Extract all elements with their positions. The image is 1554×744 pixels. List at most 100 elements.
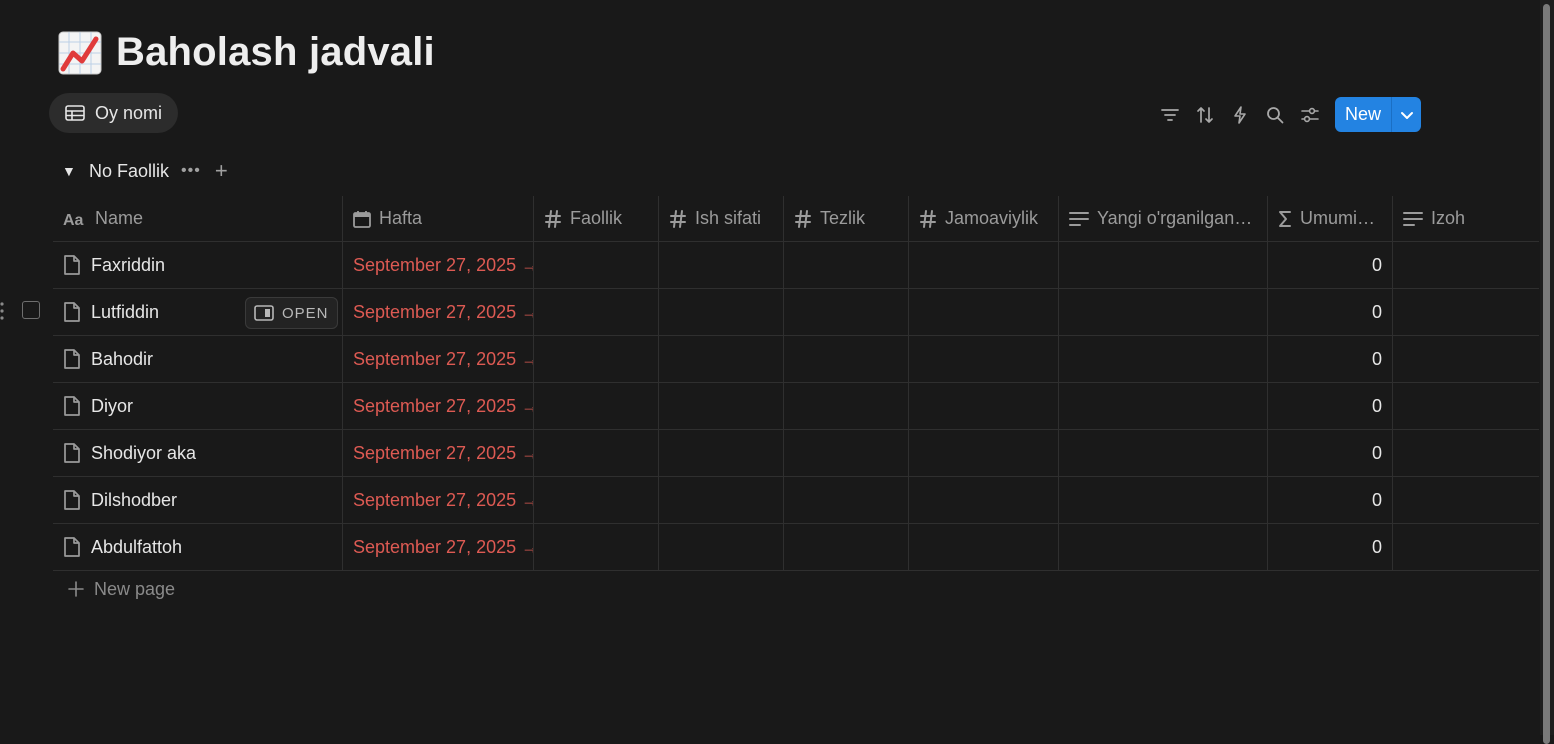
open-row-button[interactable]: OPEN <box>245 297 338 329</box>
cell-tezlik[interactable] <box>784 242 909 288</box>
number-icon <box>919 209 937 229</box>
cell-faollik[interactable] <box>534 336 659 382</box>
cell-jamoaviylik[interactable] <box>909 524 1059 570</box>
drag-handle-icon[interactable] <box>0 302 4 320</box>
cell-name[interactable]: Shodiyor aka <box>53 430 343 476</box>
column-header-hafta[interactable]: Hafta <box>343 196 534 241</box>
cell-hafta[interactable]: September 27, 2025 → <box>343 430 534 476</box>
cell-izoh[interactable] <box>1393 289 1539 335</box>
cell-yangi-organilgan[interactable] <box>1059 524 1268 570</box>
cell-name[interactable]: Lutfiddin OPEN <box>53 289 343 335</box>
column-header-ish-sifati[interactable]: Ish sifati <box>659 196 784 241</box>
cell-hafta[interactable]: September 27, 2025 → <box>343 524 534 570</box>
cell-izoh[interactable] <box>1393 336 1539 382</box>
cell-faollik[interactable] <box>534 477 659 523</box>
cell-jamoaviylik[interactable] <box>909 430 1059 476</box>
new-dropdown-button[interactable] <box>1391 97 1421 132</box>
column-header-faollik[interactable]: Faollik <box>534 196 659 241</box>
cell-yangi-organilgan[interactable] <box>1059 289 1268 335</box>
cell-izoh[interactable] <box>1393 524 1539 570</box>
table-row[interactable]: Shodiyor aka September 27, 2025 → 0 <box>53 430 1539 477</box>
cell-name[interactable]: Dilshodber <box>53 477 343 523</box>
cell-umumiy[interactable]: 0 <box>1268 477 1393 523</box>
column-header-tezlik[interactable]: Tezlik <box>784 196 909 241</box>
cell-umumiy[interactable]: 0 <box>1268 289 1393 335</box>
cell-yangi-organilgan[interactable] <box>1059 383 1268 429</box>
automation-icon[interactable] <box>1222 97 1257 132</box>
row-checkbox[interactable] <box>22 301 40 319</box>
cell-umumiy[interactable]: 0 <box>1268 524 1393 570</box>
table-row[interactable]: Dilshodber September 27, 2025 → 0 <box>53 477 1539 524</box>
column-header-jamoaviylik[interactable]: Jamoaviylik <box>909 196 1059 241</box>
cell-ish-sifati[interactable] <box>659 477 784 523</box>
table-row[interactable]: Diyor September 27, 2025 → 0 <box>53 383 1539 430</box>
cell-faollik[interactable] <box>534 289 659 335</box>
table-row[interactable]: Abdulfattoh September 27, 2025 → 0 <box>53 524 1539 571</box>
more-icon[interactable]: ••• <box>181 162 201 180</box>
cell-ish-sifati[interactable] <box>659 242 784 288</box>
table-row[interactable]: Lutfiddin OPEN September 27, 2025 → 0 <box>53 289 1539 336</box>
cell-hafta[interactable]: September 27, 2025 → <box>343 289 534 335</box>
cell-jamoaviylik[interactable] <box>909 289 1059 335</box>
new-page-button[interactable]: New page <box>68 576 175 602</box>
cell-jamoaviylik[interactable] <box>909 242 1059 288</box>
cell-umumiy[interactable]: 0 <box>1268 242 1393 288</box>
column-header-izoh[interactable]: Izoh <box>1393 196 1539 241</box>
cell-faollik[interactable] <box>534 430 659 476</box>
plus-icon[interactable]: + <box>215 158 228 184</box>
new-button-group: New <box>1335 97 1422 132</box>
cell-yangi-organilgan[interactable] <box>1059 430 1268 476</box>
cell-tezlik[interactable] <box>784 289 909 335</box>
cell-name[interactable]: Bahodir <box>53 336 343 382</box>
cell-umumiy[interactable]: 0 <box>1268 430 1393 476</box>
table-row[interactable]: Bahodir September 27, 2025 → 0 <box>53 336 1539 383</box>
cell-jamoaviylik[interactable] <box>909 336 1059 382</box>
cell-name[interactable]: Abdulfattoh <box>53 524 343 570</box>
search-icon[interactable] <box>1257 97 1292 132</box>
cell-faollik[interactable] <box>534 524 659 570</box>
cell-hafta[interactable]: September 27, 2025 → <box>343 383 534 429</box>
cell-name[interactable]: Diyor <box>53 383 343 429</box>
cell-yangi-organilgan[interactable] <box>1059 242 1268 288</box>
cell-yangi-organilgan[interactable] <box>1059 477 1268 523</box>
cell-ish-sifati[interactable] <box>659 383 784 429</box>
cell-tezlik[interactable] <box>784 430 909 476</box>
new-button[interactable]: New <box>1335 97 1391 132</box>
cell-hafta[interactable]: September 27, 2025 → <box>343 477 534 523</box>
cell-umumiy[interactable]: 0 <box>1268 336 1393 382</box>
scrollbar-thumb[interactable] <box>1543 4 1550 744</box>
column-header-yangi-organilgan[interactable]: Yangi o'rganilgan … <box>1059 196 1268 241</box>
cell-jamoaviylik[interactable] <box>909 383 1059 429</box>
column-header-umumiy[interactable]: Umumi… <box>1268 196 1393 241</box>
view-tab-label: Oy nomi <box>95 102 163 123</box>
triangle-down-icon[interactable]: ▼ <box>62 163 76 179</box>
cell-ish-sifati[interactable] <box>659 336 784 382</box>
number-icon <box>669 209 687 229</box>
cell-name[interactable]: Faxriddin <box>53 242 343 288</box>
column-header-name[interactable]: Aa Name <box>53 196 343 241</box>
cell-ish-sifati[interactable] <box>659 524 784 570</box>
cell-izoh[interactable] <box>1393 477 1539 523</box>
cell-hafta[interactable]: September 27, 2025 → <box>343 242 534 288</box>
settings-icon[interactable] <box>1292 97 1327 132</box>
cell-tezlik[interactable] <box>784 383 909 429</box>
cell-tezlik[interactable] <box>784 336 909 382</box>
cell-tezlik[interactable] <box>784 477 909 523</box>
cell-jamoaviylik[interactable] <box>909 477 1059 523</box>
sort-icon[interactable] <box>1187 97 1222 132</box>
cell-izoh[interactable] <box>1393 430 1539 476</box>
filter-icon[interactable] <box>1152 97 1187 132</box>
view-tab-oy-nomi[interactable]: Oy nomi <box>49 93 179 133</box>
cell-ish-sifati[interactable] <box>659 289 784 335</box>
cell-yangi-organilgan[interactable] <box>1059 336 1268 382</box>
cell-izoh[interactable] <box>1393 242 1539 288</box>
cell-umumiy[interactable]: 0 <box>1268 383 1393 429</box>
cell-izoh[interactable] <box>1393 383 1539 429</box>
scrollbar-track[interactable] <box>1540 0 1554 744</box>
cell-faollik[interactable] <box>534 383 659 429</box>
cell-ish-sifati[interactable] <box>659 430 784 476</box>
table-row[interactable]: Faxriddin September 27, 2025 → 0 <box>53 242 1539 289</box>
cell-tezlik[interactable] <box>784 524 909 570</box>
cell-faollik[interactable] <box>534 242 659 288</box>
cell-hafta[interactable]: September 27, 2025 → <box>343 336 534 382</box>
